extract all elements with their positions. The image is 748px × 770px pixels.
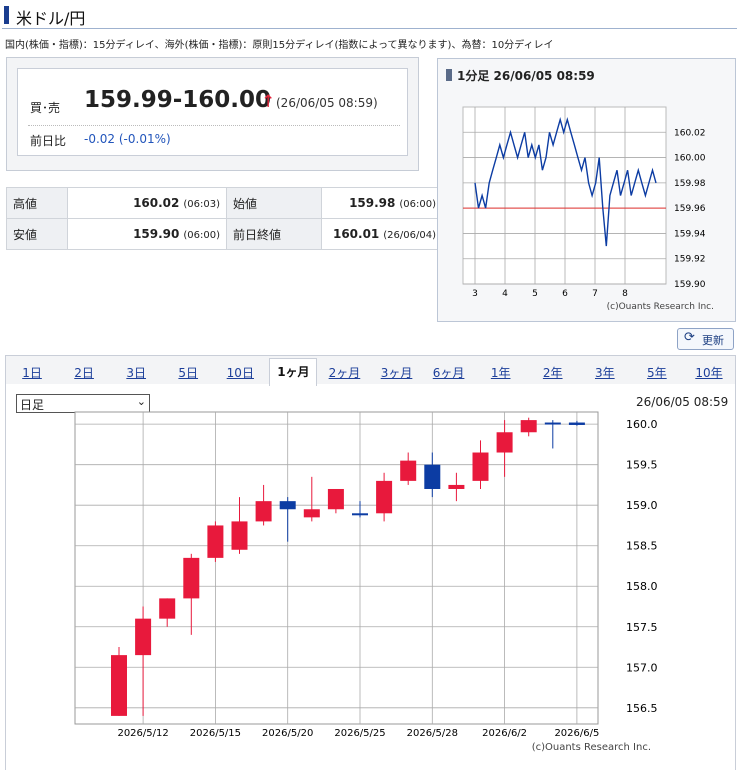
refresh-icon: ⟳: [684, 330, 695, 345]
low-value: 159.90: [133, 227, 180, 241]
tab-8[interactable]: 6ヶ月: [426, 360, 472, 384]
up-arrow-icon: ↑: [261, 92, 276, 112]
chart-timestamp: 26/06/05 08:59: [636, 395, 729, 409]
bid-ask-label: 買･売: [30, 101, 61, 115]
refresh-button-label: 更新: [702, 334, 724, 347]
table-row: 安値 159.90 (06:00) 前日終値 160.01 (26/06/04): [6, 218, 443, 250]
tab-13[interactable]: 10年: [686, 360, 732, 384]
delay-note: 国内(株価・指標)：15分ディレイ、海外(株価・指標)：原則15分ディレイ(指数…: [5, 40, 554, 51]
minute-chart-title: 1分足 26/06/05 08:59: [446, 67, 595, 84]
minute-chart-title-text: 1分足 26/06/05 08:59: [457, 69, 595, 83]
minute-chart-panel: 3 4 5 6 7 8 160.02 160.00 159.98 159.96 159.94 159.…: [437, 58, 736, 322]
tab-6[interactable]: 2ヶ月: [321, 360, 367, 384]
prev-close-date: (26/06/04): [383, 230, 436, 241]
prev-close-cell: 160.01 (26/06/04): [321, 218, 443, 250]
low-cell: 159.90 (06:00): [67, 218, 227, 250]
tab-2[interactable]: 3日: [113, 360, 159, 384]
prev-close-label: 前日終値: [226, 218, 322, 250]
minute-x-tick: 5: [532, 289, 538, 299]
minute-x-tick: 8: [622, 289, 628, 299]
low-label: 安値: [6, 218, 68, 250]
minute-plot-area: [462, 106, 667, 285]
refresh-button[interactable]: ⟳ 更新: [677, 328, 734, 350]
tab-5[interactable]: 1ヶ月: [269, 358, 318, 386]
high-time: (06:03): [183, 199, 220, 210]
open-cell: 159.98 (06:00): [321, 187, 443, 219]
chevron-down-icon: ⌄: [136, 395, 146, 408]
divider: [28, 125, 400, 126]
minute-y-tick: 159.92: [674, 255, 706, 265]
tab-1[interactable]: 2日: [61, 360, 107, 384]
change-label: 前日比: [30, 134, 67, 148]
minute-y-tick: 159.98: [674, 179, 706, 189]
chart-marker-icon: [446, 69, 452, 81]
open-label: 始値: [226, 187, 322, 219]
quote-time: (26/06/05 08:59): [276, 96, 378, 110]
open-value: 159.98: [349, 196, 396, 210]
chart-period-value: 日足: [20, 398, 45, 412]
tab-0[interactable]: 1日: [9, 360, 55, 384]
bid-ask-value: 159.99-160.00: [84, 87, 272, 113]
open-time: (06:00): [399, 199, 436, 210]
tab-12[interactable]: 5年: [634, 360, 680, 384]
low-time: (06:00): [183, 230, 220, 241]
tab-10[interactable]: 2年: [530, 360, 576, 384]
minute-chart-credit: (c)Ouants Research Inc.: [607, 302, 714, 312]
daily-chart-panel: [5, 383, 736, 770]
tab-4[interactable]: 10日: [217, 360, 263, 384]
quote-card: 買･売 159.99-160.00 ↑ (26/06/05 08:59) 前日比…: [17, 68, 408, 156]
quote-panel: 買･売 159.99-160.00 ↑ (26/06/05 08:59) 前日比…: [6, 57, 419, 171]
price-stats-table: 高値 160.02 (06:03) 始値 159.98 (06:00) 安値 159…: [6, 187, 443, 250]
period-tabs: 1日 2日 3日 5日 10日 1ヶ月 2ヶ月 3ヶ月 6ヶ月 1年 2年 3年 5年 10年: [5, 355, 736, 386]
prev-close-value: 160.01: [332, 227, 380, 241]
chart-period-select[interactable]: 日足 ⌄: [16, 394, 150, 413]
minute-y-tick: 160.00: [674, 154, 706, 164]
tab-11[interactable]: 3年: [582, 360, 628, 384]
minute-x-tick: 7: [592, 289, 598, 299]
minute-y-tick: 160.02: [674, 128, 706, 138]
high-cell: 160.02 (06:03): [67, 187, 227, 219]
minute-y-tick: 159.94: [674, 229, 706, 239]
page-header: 米ドル/円: [2, 2, 737, 29]
high-value: 160.02: [133, 196, 180, 210]
minute-chart: 3 4 5 6 7 8 160.02 160.00 159.98 159.96 159.94 159.…: [462, 106, 714, 312]
title-marker: [4, 6, 9, 24]
minute-y-tick: 159.96: [674, 204, 706, 214]
minute-x-tick: 3: [472, 289, 478, 299]
change-value: -0.02 (-0.01%): [84, 132, 171, 146]
high-label: 高値: [6, 187, 68, 219]
tab-3[interactable]: 5日: [165, 360, 211, 384]
tab-7[interactable]: 3ヶ月: [374, 360, 420, 384]
table-row: 高値 160.02 (06:03) 始値 159.98 (06:00): [6, 187, 443, 219]
tab-9[interactable]: 1年: [478, 360, 524, 384]
minute-y-tick: 159.90: [674, 280, 706, 290]
page-title: 米ドル/円: [16, 9, 86, 28]
minute-x-tick: 4: [502, 289, 508, 299]
minute-x-tick: 6: [562, 289, 568, 299]
